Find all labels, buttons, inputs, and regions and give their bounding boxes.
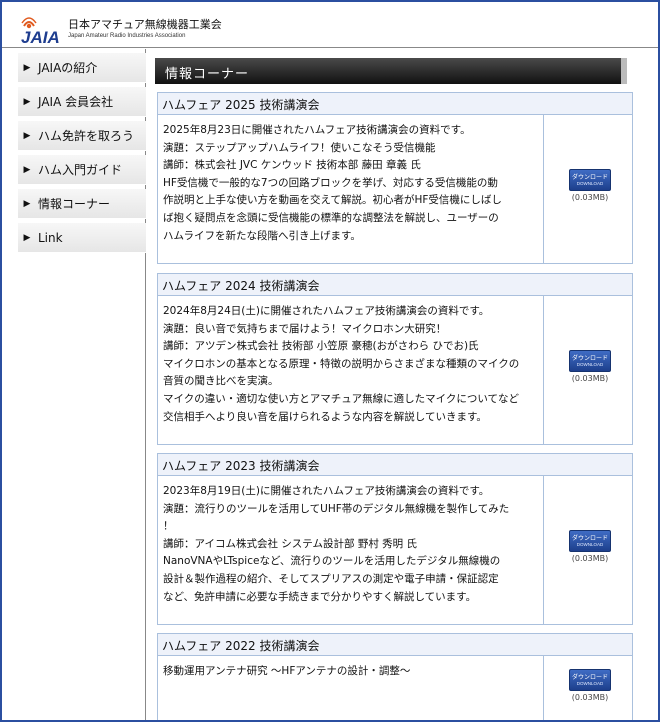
- description-line: 講師：アツデン株式会社 技術部 小笠原 豪穂(おがさわら ひでお)氏: [163, 340, 479, 353]
- lecture-section-2025: ハムフェア 2025 技術講演会 2025年8月23日に開催されたハムフェア技術…: [157, 92, 633, 264]
- section-description: 2025年8月23日に開催されたハムフェア技術講演会の資料です。 演題：ステップ…: [158, 115, 544, 263]
- section-body: 2024年8月24日(土)に開催されたハムフェア技術講演会の資料です。 演題：良…: [158, 296, 632, 444]
- page-title: 情報コーナー: [165, 67, 250, 82]
- download-label: ダウンロード: [571, 355, 608, 362]
- download-label: ダウンロード: [571, 174, 608, 181]
- description-line: 講師：アイコム株式会社 システム設計部 野村 秀明 氏: [163, 537, 418, 550]
- sidebar-item-license[interactable]: ▶ ハム免許を取ろう: [18, 121, 146, 151]
- site-name-en: Japan Amateur Radio Industries Associati…: [68, 33, 186, 39]
- lecture-section-2022: ハムフェア 2022 技術講演会 移動運用アンテナ研究 ～HFアンテナの設計・調…: [157, 633, 633, 720]
- section-title: ハムフェア 2024 技術講演会: [158, 274, 632, 296]
- description-line: 演題：良い音で気持ちまで届けよう！マイクロホン大研究！: [163, 322, 447, 335]
- lecture-section-2023: ハムフェア 2023 技術講演会 2023年8月19日(土)に開催されたハムフェ…: [157, 453, 633, 625]
- nav-arrow-icon: ▶: [23, 198, 31, 209]
- description-line: 音質の聞き比べを実演。: [163, 375, 279, 388]
- sidebar-item-label: Link: [38, 230, 63, 245]
- page-banner: 情報コーナー: [155, 58, 627, 84]
- download-label: ダウンロード: [571, 535, 608, 542]
- description-line: 設計＆製作過程の紹介、そしてスプリアスの測定や電子申請・保証認定: [163, 572, 499, 585]
- sidebar-item-label: JAIAの紹介: [38, 61, 98, 75]
- logo-text: JAIA: [21, 28, 60, 46]
- sidebar-item-members[interactable]: ▶ JAIA 会員会社: [18, 87, 146, 117]
- description-line: ば抱く疑問点を念頭に受信機能の標準的な調整法を解説し、ユーザーの: [163, 211, 499, 224]
- download-button[interactable]: ダウンロード DOWNLOAD: [569, 669, 611, 691]
- section-title: ハムフェア 2023 技術講演会: [158, 454, 632, 476]
- download-button[interactable]: ダウンロード DOWNLOAD: [569, 169, 611, 191]
- description-line: 作説明と上手な使い方を動画を交えて解説。初心者がHF受信機にしばし: [163, 194, 502, 207]
- nav-arrow-icon: ▶: [23, 62, 31, 73]
- description-line: 演題：流行りのツールを活用してUHF帯のデジタル無線機を製作してみた: [163, 502, 510, 515]
- site-name: 日本アマチュア無線機器工業会: [68, 18, 222, 31]
- section-body: 2023年8月19日(土)に開催されたハムフェア技術講演会の資料です。 演題：流…: [158, 476, 632, 624]
- site-logo[interactable]: JAIA 日本アマチュア無線機器工業会 Japan Amateur Radio …: [20, 12, 222, 46]
- description-line: 講師：株式会社 JVC ケンウッド 技術本部 藤田 章義 氏: [163, 159, 421, 172]
- description-line: 移動運用アンテナ研究 ～HFアンテナの設計・調整～: [163, 665, 411, 677]
- site-header: JAIA 日本アマチュア無線機器工業会 Japan Amateur Radio …: [2, 2, 658, 48]
- download-label-en: DOWNLOAD: [576, 181, 604, 186]
- section-description: 移動運用アンテナ研究 ～HFアンテナの設計・調整～: [158, 656, 544, 720]
- sidebar-item-about[interactable]: ▶ JAIAの紹介: [18, 53, 146, 83]
- description-line: HF受信機で一般的な7つの回路ブロックを挙げ、対応する受信機能の動: [163, 176, 498, 189]
- description-line: マイクロホンの基本となる原理・特徴の説明からさまざまな種類のマイクの: [163, 357, 520, 370]
- section-body: 2025年8月23日に開催されたハムフェア技術講演会の資料です。 演題：ステップ…: [158, 115, 632, 263]
- sidebar-item-label: 情報コーナー: [38, 197, 111, 211]
- sidebar-nav: ▶ JAIAの紹介 ▶ JAIA 会員会社 ▶ ハム免許を取ろう ▶ ハム入門ガ…: [2, 49, 146, 720]
- sidebar-item-label: ハム入門ガイド: [38, 163, 123, 177]
- main-content: 情報コーナー ハムフェア 2025 技術講演会 2025年8月23日に開催された…: [155, 58, 633, 720]
- nav-arrow-icon: ▶: [23, 164, 31, 175]
- section-description: 2023年8月19日(土)に開催されたハムフェア技術講演会の資料です。 演題：流…: [158, 476, 544, 624]
- download-label: ダウンロード: [571, 674, 608, 681]
- description-line: NanoVNAやLTspiceなど、流行りのツールを活用したデジタル無線機の: [163, 555, 501, 568]
- download-label-en: DOWNLOAD: [576, 681, 604, 686]
- description-line: マイクの違い・適切な使い方とアマチュア無線に適したマイクについてなど: [163, 392, 520, 405]
- download-label-en: DOWNLOAD: [576, 362, 604, 367]
- section-title: ハムフェア 2022 技術講演会: [158, 634, 632, 656]
- download-button[interactable]: ダウンロード DOWNLOAD: [569, 350, 611, 372]
- sidebar-item-info[interactable]: ▶ 情報コーナー: [18, 189, 146, 219]
- sidebar-item-link[interactable]: ▶ Link: [18, 223, 146, 253]
- description-line: 2024年8月24日(土)に開催されたハムフェア技術講演会の資料です。: [163, 305, 490, 317]
- sidebar-item-guide[interactable]: ▶ ハム入門ガイド: [18, 155, 146, 185]
- description-line: 交信相手へより良い音を届けられるような内容を解説していきます。: [163, 410, 487, 423]
- section-title: ハムフェア 2025 技術講演会: [158, 93, 632, 115]
- file-size: (0.03MB): [571, 193, 609, 202]
- nav-arrow-icon: ▶: [23, 232, 31, 243]
- description-line: ！: [163, 520, 174, 533]
- file-size: (0.03MB): [571, 693, 609, 702]
- description-line: 2025年8月23日に開催されたハムフェア技術講演会の資料です。: [163, 124, 471, 136]
- download-button[interactable]: ダウンロード DOWNLOAD: [569, 530, 611, 552]
- nav-arrow-icon: ▶: [23, 130, 31, 141]
- description-line: ハムライフを新たな段階へ引き上げます。: [163, 229, 361, 242]
- file-size: (0.03MB): [571, 374, 609, 383]
- download-label-en: DOWNLOAD: [576, 542, 604, 547]
- description-line: 2023年8月19日(土)に開催されたハムフェア技術講演会の資料です。: [163, 485, 490, 497]
- section-description: 2024年8月24日(土)に開催されたハムフェア技術講演会の資料です。 演題：良…: [158, 296, 544, 444]
- sidebar-item-label: JAIA 会員会社: [38, 95, 114, 109]
- lecture-section-2024: ハムフェア 2024 技術講演会 2024年8月24日(土)に開催されたハムフェ…: [157, 273, 633, 445]
- nav-arrow-icon: ▶: [23, 96, 31, 107]
- logo-mark-icon: JAIA: [21, 17, 60, 46]
- file-size: (0.03MB): [571, 554, 609, 563]
- description-line: 演題：ステップアップハムライフ！使いこなそう受信機能: [163, 141, 436, 154]
- section-body: 移動運用アンテナ研究 ～HFアンテナの設計・調整～ ダウンロード DOWNLOA…: [158, 656, 632, 720]
- sidebar-item-label: ハム免許を取ろう: [38, 129, 135, 143]
- description-line: など、免許申請に必要な手続きまで分かりやすく解説しています。: [163, 590, 477, 603]
